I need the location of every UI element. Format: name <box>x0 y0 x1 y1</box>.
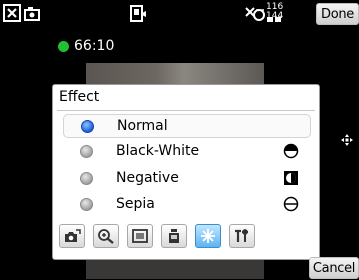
flash-icon[interactable] <box>161 224 187 248</box>
timer-text: 66:10 <box>74 38 115 54</box>
video-mode-icon <box>128 4 148 26</box>
option-label: Black-White <box>116 143 200 159</box>
zoom-icon[interactable] <box>93 224 119 248</box>
panel-divider <box>57 110 315 111</box>
camera-mode-status-icon <box>23 4 43 26</box>
radio-unselected-icon <box>80 198 93 211</box>
cancel-button[interactable]: Cancel <box>309 257 359 279</box>
camera-preview <box>86 63 264 85</box>
capture-remaining: 144 <box>266 11 284 21</box>
close-icon[interactable] <box>3 4 21 26</box>
camera-mode-icon[interactable] <box>59 224 85 248</box>
option-label: Normal <box>117 118 168 134</box>
camera-toolbar <box>59 224 317 250</box>
option-label: Negative <box>116 170 179 186</box>
effect-option-normal[interactable]: Normal <box>63 114 311 138</box>
frame-icon[interactable] <box>127 224 153 248</box>
done-button[interactable]: Done <box>316 3 359 25</box>
effect-option-black-white[interactable]: Black-White <box>63 140 311 164</box>
radio-unselected-icon <box>80 172 93 185</box>
effect-option-negative[interactable]: Negative <box>63 167 311 191</box>
option-label: Sepia <box>116 196 155 212</box>
effect-panel: Effect Normal Black-White Negative Sepia <box>52 84 320 260</box>
effect-icon[interactable] <box>195 224 221 248</box>
panel-title: Effect <box>59 89 100 105</box>
settings-icon[interactable] <box>229 224 255 248</box>
radio-selected-icon <box>81 120 94 133</box>
radio-unselected-icon <box>80 145 93 158</box>
negative-icon <box>284 171 298 185</box>
navigation-pad-icon <box>341 134 353 146</box>
sepia-icon <box>283 196 299 212</box>
effect-option-sepia[interactable]: Sepia <box>63 193 311 217</box>
recording-dot-icon <box>58 40 69 52</box>
black-white-icon <box>283 143 299 159</box>
recording-timer: 66:10 <box>58 38 114 54</box>
capture-count-text: 116 144 <box>266 3 283 21</box>
